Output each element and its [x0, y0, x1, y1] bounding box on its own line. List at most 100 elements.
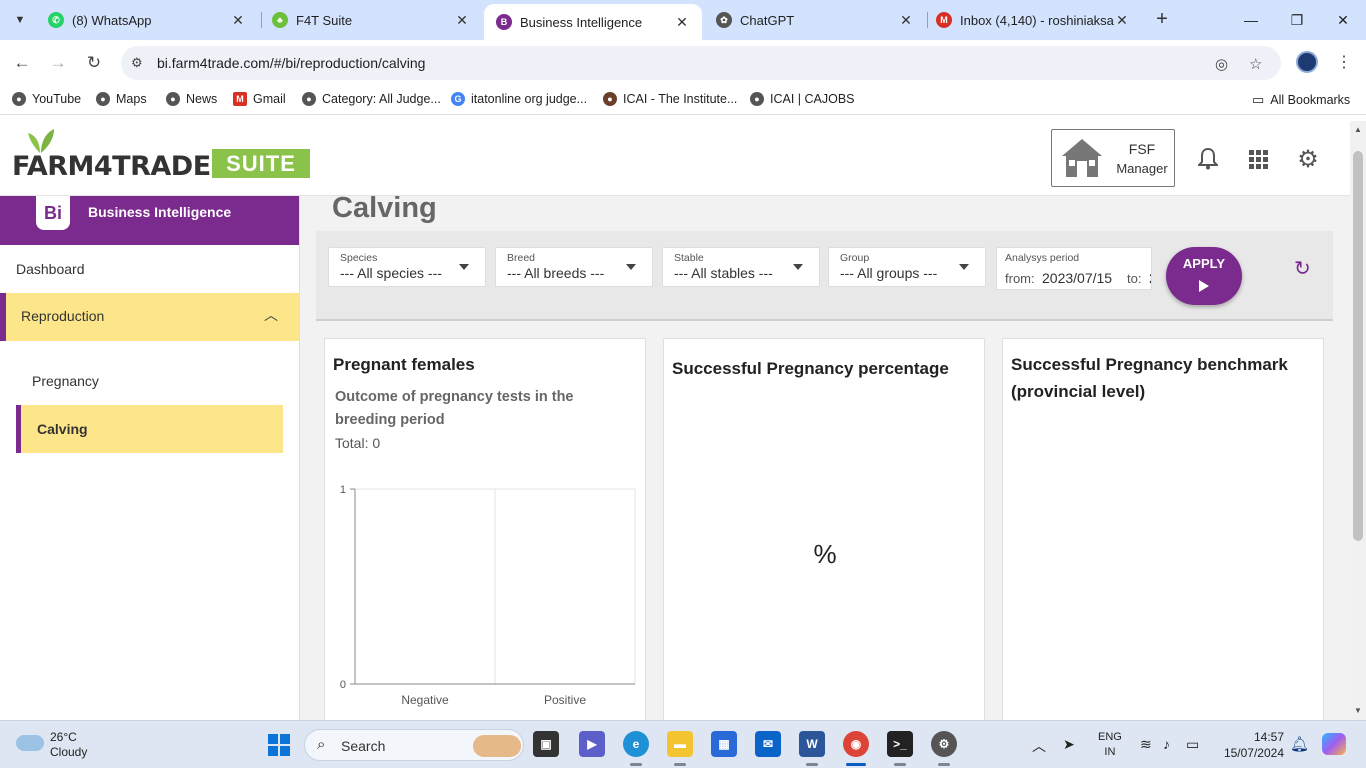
location-arrow-icon[interactable]: ➤	[1063, 736, 1075, 753]
close-icon[interactable]: ✕	[454, 12, 470, 29]
bi-badge: Bi	[36, 196, 70, 230]
farm-selector[interactable]: FSF Manager	[1051, 129, 1175, 187]
tab-whatsapp[interactable]: ✆ (8) WhatsApp ✕	[36, 0, 258, 40]
window-close-icon[interactable]: ✕	[1320, 0, 1366, 40]
restore-icon[interactable]: ❐	[1274, 0, 1320, 40]
close-icon[interactable]: ✕	[1114, 12, 1130, 29]
bookmark-news[interactable]: ● News	[166, 92, 217, 106]
language-indicator[interactable]: ENG IN	[1098, 730, 1122, 760]
taskbar-search[interactable]: ⌕ Search	[304, 729, 524, 761]
species-select[interactable]: Species --- All species ---	[328, 247, 486, 287]
windows-start-icon[interactable]	[268, 734, 290, 756]
chevron-up-icon: ︿	[264, 307, 278, 323]
volume-icon[interactable]: ♪	[1163, 736, 1170, 752]
tab-search-chevron-icon[interactable]: ▼	[8, 8, 32, 32]
bookmark-icai-institute[interactable]: ● ICAI - The Institute...	[603, 92, 737, 106]
group-select[interactable]: Group --- All groups ---	[828, 247, 986, 287]
minimize-icon[interactable]: —	[1228, 0, 1274, 40]
bookmark-label: All Bookmarks	[1270, 93, 1351, 107]
apply-label: APPLY	[1182, 256, 1226, 271]
tab-business-intelligence[interactable]: B Business Intelligence ✕	[484, 4, 702, 40]
bookmark-youtube[interactable]: ● YouTube	[12, 92, 81, 106]
region-code: IN	[1104, 746, 1116, 758]
close-icon[interactable]: ✕	[898, 12, 914, 29]
reload-icon[interactable]: ↻	[81, 50, 107, 76]
star-icon[interactable]: ☆	[1249, 55, 1262, 73]
tab-chatgpt[interactable]: ✿ ChatGPT ✕	[704, 0, 926, 40]
lang-code: ENG	[1098, 731, 1122, 743]
browser-toolbar: ← → ↻ ⚙ bi.farm4trade.com/#/bi/reproduct…	[0, 40, 1366, 85]
task-view-icon[interactable]: ▣	[533, 731, 559, 757]
notification-bell-icon[interactable]: 🔔︎	[1290, 735, 1309, 753]
sidebar-item-dashboard[interactable]: Dashboard	[16, 261, 85, 277]
word-icon[interactable]: W	[799, 731, 825, 757]
tab-gmail-inbox[interactable]: M Inbox (4,140) - roshiniaksana ✕	[924, 0, 1142, 40]
chrome-icon[interactable]: ◉	[843, 731, 869, 757]
brand-logo[interactable]: FARM4TRADE	[12, 151, 211, 182]
bookmark-category-judgements[interactable]: ● Category: All Judge...	[302, 92, 441, 106]
address-bar[interactable]: ⚙ bi.farm4trade.com/#/bi/reproduction/ca…	[121, 46, 1281, 80]
bookmark-gmail[interactable]: M Gmail	[233, 92, 286, 106]
settings-icon[interactable]: ⚙	[931, 731, 957, 757]
bookmarks-bar: ● YouTube ● Maps ● News M Gmail ● Category: A…	[0, 85, 1366, 115]
profile-avatar[interactable]	[1296, 51, 1318, 73]
stable-select[interactable]: Stable --- All stables ---	[662, 247, 820, 287]
tab-f4t-suite[interactable]: ♣ F4T Suite ✕	[260, 0, 482, 40]
refresh-icon[interactable]: ↻	[1294, 256, 1311, 281]
sidebar-item-reproduction[interactable]: Reproduction ︿	[0, 293, 299, 341]
bookmark-icai-cajobs[interactable]: ● ICAI | CAJOBS	[750, 92, 855, 106]
microsoft-store-icon[interactable]: ▦	[711, 731, 737, 757]
field-value: --- All stables ---	[674, 265, 773, 281]
sidebar-item-calving[interactable]: Calving	[16, 405, 283, 453]
scroll-up-icon[interactable]: ▲	[1354, 125, 1362, 134]
mail-icon[interactable]: ✉	[755, 731, 781, 757]
teams-meet-icon[interactable]: ▶	[579, 731, 605, 757]
wifi-icon[interactable]: ≋	[1140, 736, 1152, 753]
copilot-icon[interactable]	[1322, 733, 1346, 755]
tray-chevron-up-icon[interactable]: ︿	[1032, 736, 1046, 756]
bi-icon: B	[496, 14, 512, 30]
all-bookmarks[interactable]: ▭ All Bookmarks	[1252, 92, 1350, 108]
close-icon[interactable]: ✕	[230, 12, 246, 29]
site-info-icon[interactable]: ⚙	[131, 55, 143, 71]
settings-gear-icon[interactable]: ⚙	[1294, 145, 1322, 173]
y-tick-label: 0	[340, 679, 346, 691]
bookmark-itatonline[interactable]: Gitatonline org judge...	[451, 92, 587, 106]
leaf-logo-icon	[28, 129, 54, 153]
from-date-input[interactable]: 2023/07/15	[1042, 270, 1112, 286]
clock-time: 14:57	[1253, 730, 1284, 744]
breed-select[interactable]: Breed --- All breeds ---	[495, 247, 653, 287]
forward-arrow-icon[interactable]: →	[45, 50, 71, 76]
new-tab-button[interactable]: +	[1150, 8, 1174, 32]
back-arrow-icon[interactable]: ←	[9, 50, 35, 76]
globe-icon: ●	[12, 92, 26, 106]
leaf-icon: ♣	[272, 12, 288, 28]
terminal-icon[interactable]: >_	[887, 731, 913, 757]
bell-icon[interactable]	[1194, 145, 1222, 173]
x-tick-label: Negative	[401, 693, 449, 707]
page-title: Calving	[332, 196, 437, 224]
apps-grid-icon[interactable]	[1244, 145, 1272, 173]
battery-icon[interactable]: ▭	[1186, 736, 1199, 753]
vertical-scrollbar[interactable]: ▲ ▼	[1350, 121, 1366, 720]
edge-icon[interactable]: e	[623, 731, 649, 757]
scrollbar-thumb[interactable]	[1353, 151, 1363, 541]
system-clock[interactable]: 14:57 15/07/2024	[1218, 729, 1284, 761]
analysis-period-field[interactable]: Analysys period from: 2023/07/15 to: 20	[996, 247, 1152, 290]
field-label: Stable	[674, 252, 704, 264]
field-label: Analysys period	[1005, 252, 1080, 264]
to-label: to:	[1127, 271, 1142, 286]
scroll-down-icon[interactable]: ▼	[1354, 706, 1362, 715]
more-menu-icon[interactable]: ⋮	[1336, 52, 1352, 72]
sidebar-item-pregnancy[interactable]: Pregnancy	[32, 373, 99, 389]
close-icon[interactable]: ✕	[674, 14, 690, 31]
play-icon	[1199, 280, 1209, 292]
apply-button[interactable]: APPLY	[1166, 247, 1242, 305]
bookmark-maps[interactable]: ● Maps	[96, 92, 147, 106]
to-date-input[interactable]: 20	[1149, 270, 1151, 286]
running-indicator	[894, 763, 906, 766]
file-explorer-icon[interactable]: ▬	[667, 731, 693, 757]
dropdown-arrow-icon	[793, 264, 803, 270]
eye-off-icon[interactable]: ◎	[1215, 55, 1228, 73]
cloud-icon	[16, 735, 44, 751]
